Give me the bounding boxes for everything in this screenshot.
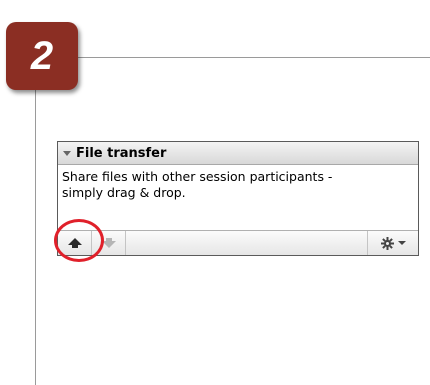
step-number: 2: [30, 34, 54, 78]
description-line-1: Share files with other session participa…: [62, 169, 333, 184]
file-transfer-panel: File transfer Share files with other ses…: [57, 141, 419, 256]
panel-title: File transfer: [76, 145, 167, 161]
toolbar-spacer: [126, 231, 368, 255]
description-line-2: simply drag & drop.: [62, 185, 186, 200]
panel-header[interactable]: File transfer: [58, 142, 418, 165]
frame-line-left: [35, 88, 36, 385]
upload-button[interactable]: [58, 231, 92, 255]
tutorial-step-canvas: 2 File transfer Share files with other s…: [0, 0, 430, 385]
upload-arrow-icon: [67, 238, 82, 248]
panel-description: Share files with other session participa…: [58, 165, 418, 213]
gear-icon: [380, 236, 394, 250]
step-number-badge: 2: [6, 22, 78, 90]
frame-line-top: [78, 57, 430, 58]
collapse-triangle-icon[interactable]: [63, 151, 71, 156]
download-arrow-icon: [101, 238, 116, 248]
settings-menu-button[interactable]: [368, 231, 418, 255]
panel-toolbar: [58, 230, 418, 255]
chevron-down-icon: [397, 241, 406, 245]
download-button[interactable]: [92, 231, 126, 255]
